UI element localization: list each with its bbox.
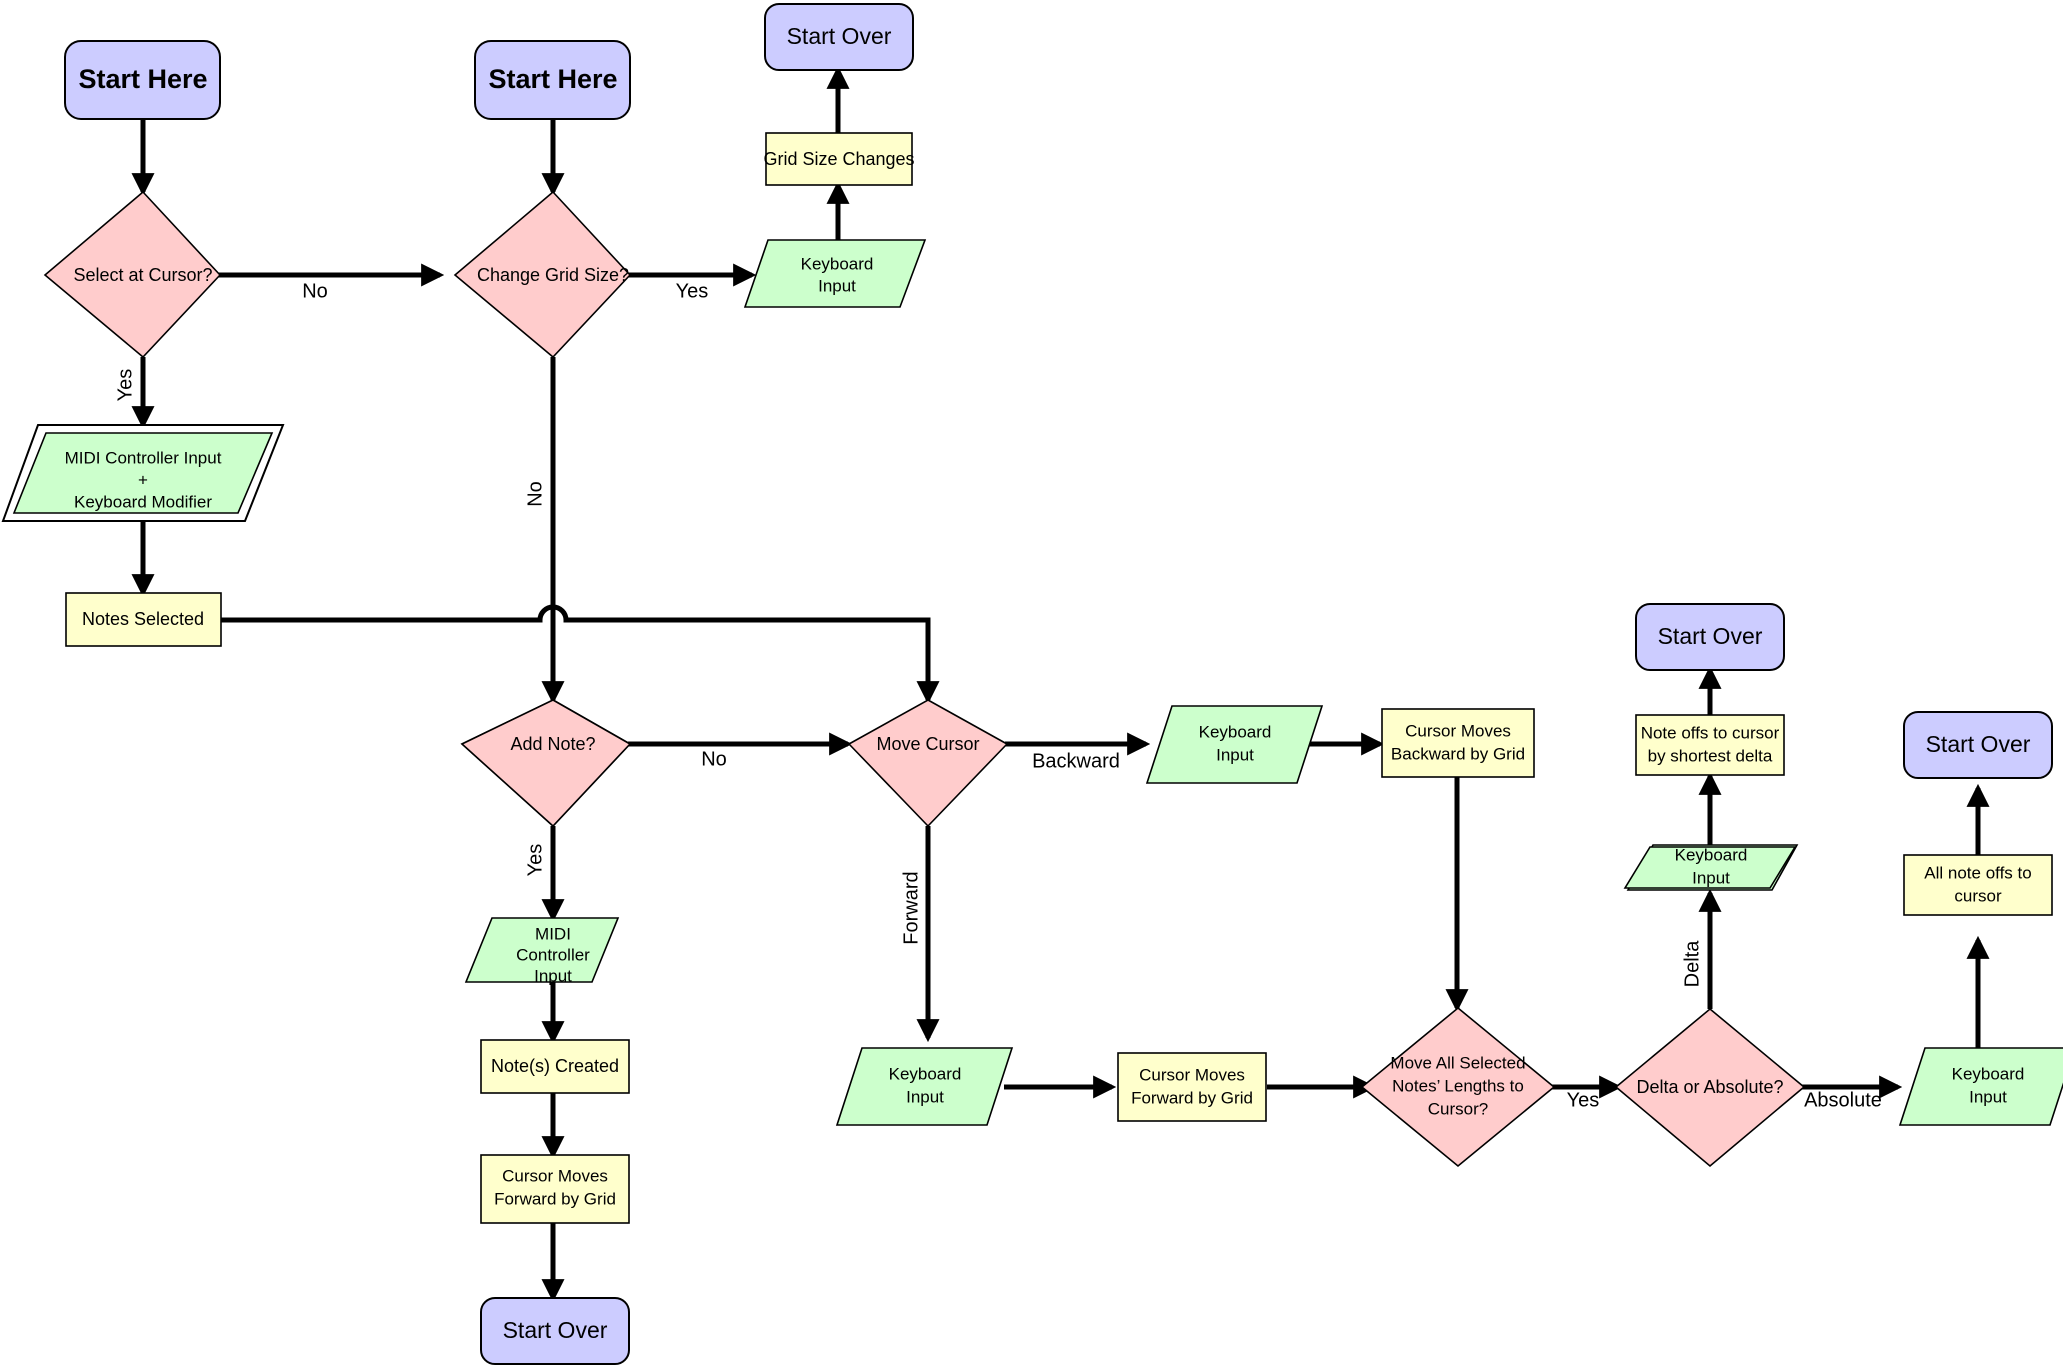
- node-label-line3: Input: [534, 966, 572, 985]
- node-label-line3: Cursor?: [1428, 1099, 1488, 1118]
- node-label-line2: by shortest delta: [1648, 746, 1773, 765]
- edge-label-absolute: Absolute: [1804, 1089, 1882, 1111]
- edge-label-select-no: No: [302, 280, 328, 302]
- node-label-line1: All note offs to: [1924, 863, 2031, 882]
- node-keyboard-input-absolute[interactable]: Keyboard Input: [1898, 1047, 2063, 1126]
- node-label-line2: Input: [906, 1087, 944, 1106]
- node-label-line3: Keyboard Modifier: [74, 492, 212, 511]
- node-start-here-2[interactable]: Start Here: [474, 40, 631, 120]
- node-move-cursor-decision[interactable]: Move Cursor: [847, 699, 1009, 828]
- edge-label-grid-no: No: [524, 481, 546, 507]
- node-notes-created-process[interactable]: Note(s) Created: [480, 1039, 630, 1094]
- node-label: Start Here: [78, 64, 207, 94]
- node-label: Start Over: [1658, 623, 1763, 649]
- flowchart-svg: Start Here Start Here Start Over Select …: [0, 0, 2063, 1367]
- edge-label-cursor-backward: Backward: [1032, 750, 1120, 772]
- node-label-line1: Keyboard: [1675, 845, 1748, 864]
- node-keyboard-input-delta[interactable]: Keyboard Input: [1623, 844, 1799, 891]
- node-cursor-moves-forward-by-grid-row[interactable]: Cursor Moves Forward by Grid: [1117, 1052, 1267, 1122]
- node-label-line1: Keyboard: [1952, 1064, 2025, 1083]
- node-select-at-cursor-decision[interactable]: Select at Cursor?: [43, 190, 222, 359]
- node-keyboard-input-forward[interactable]: Keyboard Input: [835, 1047, 1014, 1126]
- node-keyboard-input-backward[interactable]: Keyboard Input: [1145, 705, 1324, 784]
- node-note-offs-shortest-delta-process[interactable]: Note offs to cursor by shortest delta: [1635, 714, 1785, 776]
- edge-label-grid-yes: Yes: [676, 280, 709, 302]
- edge-label-addnote-yes: Yes: [524, 844, 546, 877]
- edge-label-moveall-yes: Yes: [1567, 1089, 1600, 1111]
- node-label: Delta or Absolute?: [1636, 1077, 1783, 1097]
- node-label: Select at Cursor?: [73, 265, 212, 285]
- node-keyboard-input-grid[interactable]: Keyboard Input: [743, 239, 927, 308]
- node-label-line1: Move All Selected: [1390, 1053, 1525, 1072]
- node-label-line1: Cursor Moves: [502, 1166, 608, 1185]
- node-midi-controller-input-modifier[interactable]: MIDI Controller Input + Keyboard Modifie…: [1, 424, 285, 522]
- node-start-over-mid[interactable]: Start Over: [480, 1297, 630, 1365]
- node-label-line1: MIDI: [535, 924, 571, 943]
- node-label: Grid Size Changes: [763, 149, 914, 169]
- node-midi-controller-input[interactable]: MIDI Controller Input: [464, 917, 620, 985]
- node-label: Add Note?: [510, 734, 595, 754]
- node-grid-size-changes-process[interactable]: Grid Size Changes: [763, 132, 915, 186]
- node-label: Notes Selected: [82, 609, 204, 629]
- node-label-line2: Input: [1692, 868, 1730, 887]
- node-label-line1: MIDI Controller Input: [65, 448, 222, 467]
- edge-label-layer: No Yes Yes No No Yes Backward Forward Ye…: [114, 280, 1882, 1111]
- edge-notessel-to-movecursor: [220, 604, 940, 705]
- node-cursor-moves-forward-by-grid-mid[interactable]: Cursor Moves Forward by Grid: [480, 1154, 630, 1224]
- flowchart-canvas: Start Here Start Here Start Over Select …: [0, 0, 2063, 1367]
- edge-label-select-yes: Yes: [114, 369, 136, 402]
- node-label-line2: Input: [1969, 1087, 2007, 1106]
- node-label-line2: Input: [818, 276, 856, 295]
- node-label: Start Over: [503, 1317, 608, 1343]
- node-start-over-absolute[interactable]: Start Over: [1903, 711, 2053, 779]
- node-label: Start Over: [1926, 731, 2031, 757]
- node-change-grid-size-decision[interactable]: Change Grid Size?: [453, 190, 632, 359]
- node-label-line2: Notes’ Lengths to: [1392, 1076, 1524, 1095]
- node-label: Change Grid Size?: [477, 265, 629, 285]
- edge-label-cursor-forward: Forward: [900, 871, 922, 944]
- node-delta-or-absolute-decision[interactable]: Delta or Absolute?: [1614, 1007, 1806, 1168]
- node-label-line2: Controller: [516, 945, 590, 964]
- node-label-line1: Cursor Moves: [1405, 721, 1511, 740]
- node-label-line1: Keyboard: [801, 254, 874, 273]
- node-all-note-offs-to-cursor-process[interactable]: All note offs to cursor: [1903, 854, 2053, 916]
- edge-label-delta: Delta: [1681, 940, 1703, 988]
- node-label-line2: Forward by Grid: [1131, 1088, 1253, 1107]
- node-label-line2: Forward by Grid: [494, 1189, 616, 1208]
- node-label-line2: +: [138, 470, 148, 489]
- node-layer: Start Here Start Here Start Over Select …: [1, 3, 2063, 1365]
- edge-label-addnote-no: No: [701, 748, 727, 770]
- node-label-line1: Keyboard: [889, 1064, 962, 1083]
- node-notes-selected-process[interactable]: Notes Selected: [65, 592, 222, 647]
- node-start-over-top[interactable]: Start Over: [764, 3, 914, 71]
- node-label: Note(s) Created: [491, 1056, 619, 1076]
- node-add-note-decision[interactable]: Add Note?: [460, 699, 632, 828]
- node-cursor-moves-backward-by-grid[interactable]: Cursor Moves Backward by Grid: [1381, 708, 1535, 778]
- node-move-all-selected-notes-lengths-decision[interactable]: Move All Selected Notes’ Lengths to Curs…: [1360, 1006, 1556, 1168]
- node-start-here-1[interactable]: Start Here: [64, 40, 221, 120]
- node-label-line1: Keyboard: [1199, 722, 1272, 741]
- node-label: Start Here: [488, 64, 617, 94]
- node-label-line2: cursor: [1954, 886, 2002, 905]
- node-label-line1: Note offs to cursor: [1641, 723, 1780, 742]
- node-label: Start Over: [787, 23, 892, 49]
- node-start-over-delta[interactable]: Start Over: [1635, 603, 1785, 671]
- node-label-line2: Backward by Grid: [1391, 744, 1525, 763]
- node-label-line2: Input: [1216, 745, 1254, 764]
- node-label: Move Cursor: [876, 734, 979, 754]
- node-label-line1: Cursor Moves: [1139, 1065, 1245, 1084]
